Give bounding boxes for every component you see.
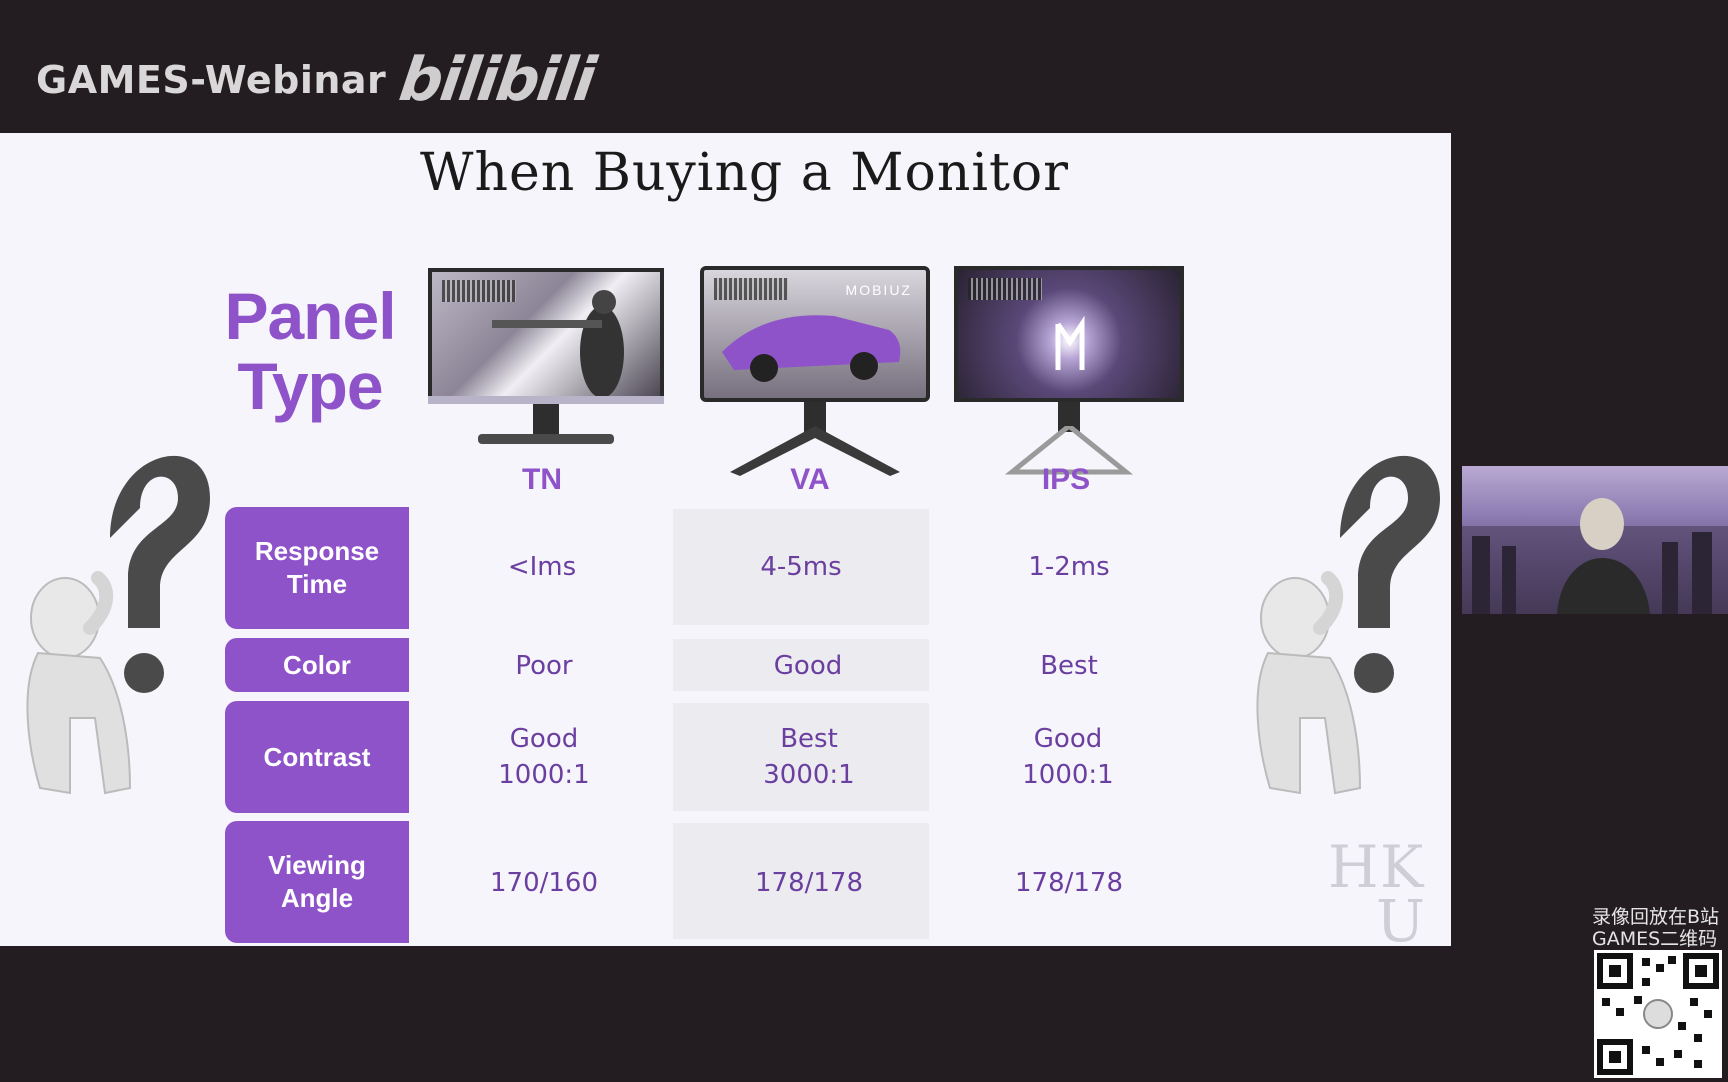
panel-type-heading: Panel Type bbox=[210, 281, 410, 421]
header-brand: GAMES-Webinar bilibili bbox=[36, 45, 599, 115]
thinking-person-question-mark-icon-right bbox=[1256, 455, 1440, 795]
column-header-va: VA bbox=[790, 463, 830, 496]
qr-code-icon bbox=[1594, 950, 1722, 1078]
cell-ips-contrast: Good 1000:1 bbox=[948, 717, 1188, 797]
cell-ips-viewing-angle: 178/178 bbox=[1014, 868, 1123, 898]
slide-title: When Buying a Monitor bbox=[420, 143, 1070, 203]
cell-tn-contrast-rating: Good bbox=[509, 724, 579, 754]
column-header-ips: IPS bbox=[1041, 463, 1091, 496]
cell-va-contrast-ratio: 3000:1 bbox=[763, 760, 855, 790]
qr-caption-line2: GAMES二维码 bbox=[1592, 928, 1718, 950]
row-label-color: Color bbox=[225, 638, 409, 692]
brand-text: GAMES-Webinar bbox=[36, 58, 387, 102]
cell-va-contrast: Best 3000:1 bbox=[689, 717, 929, 797]
speaker-webcam-video bbox=[1462, 466, 1728, 614]
panel-type-line2: Type bbox=[237, 349, 383, 423]
row-label-viewing-angle: Viewing Angle bbox=[225, 821, 409, 943]
cell-tn-contrast: Good 1000:1 bbox=[424, 717, 664, 797]
cell-va-viewing-angle: 178/178 bbox=[754, 868, 863, 898]
hku-logo: H K U bbox=[1328, 813, 1448, 946]
row-label-contrast: Contrast bbox=[225, 701, 409, 813]
cell-ips-contrast-rating: Good bbox=[1033, 724, 1103, 754]
hku-letter-u: U bbox=[1376, 887, 1425, 946]
ips-monitor-image bbox=[954, 266, 1184, 586]
thinking-person-question-mark-icon bbox=[26, 455, 210, 795]
bilibili-logo: bilibili bbox=[395, 45, 599, 115]
cell-va-response-time: 4-5ms bbox=[760, 552, 842, 582]
hku-letter-h: H bbox=[1328, 833, 1379, 901]
cell-ips-contrast-ratio: 1000:1 bbox=[1022, 760, 1114, 790]
cell-tn-contrast-ratio: 1000:1 bbox=[498, 760, 590, 790]
presentation-slide: When Buying a Monitor Panel Type MOBIUZ bbox=[0, 133, 1451, 946]
column-header-tn: TN bbox=[522, 463, 562, 496]
cell-va-contrast-rating: Best bbox=[780, 724, 838, 754]
cell-tn-color: Poor bbox=[515, 651, 573, 681]
cell-va-color: Good bbox=[773, 651, 843, 681]
row-label-response-time: Response Time bbox=[225, 507, 409, 629]
cell-ips-color: Best bbox=[1040, 651, 1098, 681]
cell-tn-response-time: <Ims bbox=[507, 552, 577, 582]
cell-ips-response-time: 1-2ms bbox=[1028, 552, 1110, 582]
cell-tn-viewing-angle: 170/160 bbox=[489, 868, 598, 898]
panel-type-line1: Panel bbox=[224, 279, 396, 353]
